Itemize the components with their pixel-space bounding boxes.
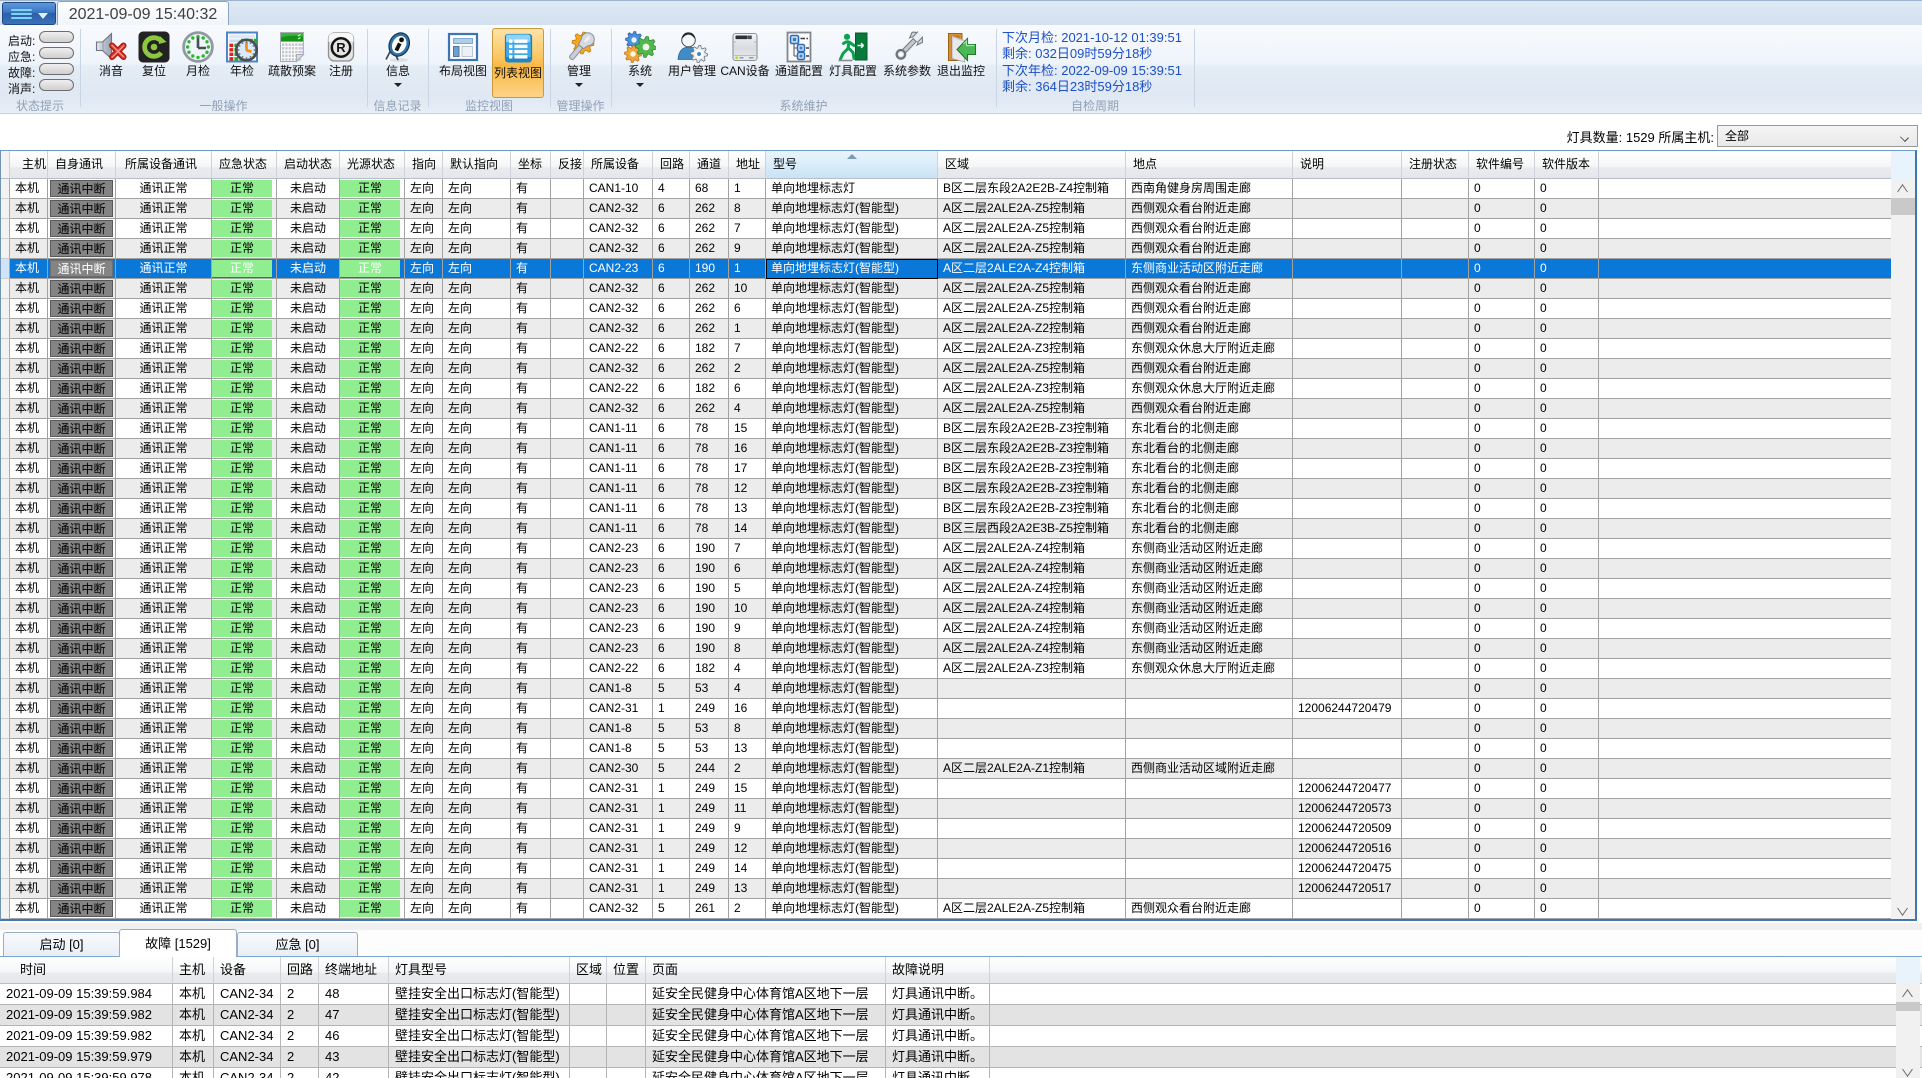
svg-text:R: R (336, 40, 346, 55)
